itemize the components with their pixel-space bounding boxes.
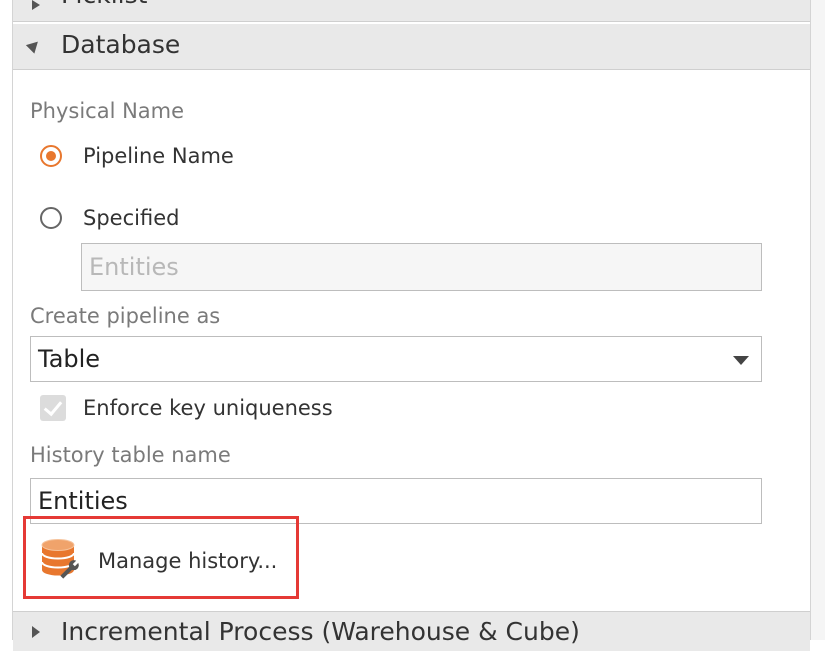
radio-label-specified: Specified — [83, 206, 180, 230]
highlight-box — [23, 516, 299, 599]
radio-label-pipeline-name: Pipeline Name — [83, 144, 234, 168]
create-pipeline-value: Table — [38, 345, 101, 373]
scrollbar-track[interactable] — [811, 0, 825, 640]
enforce-key-checkbox[interactable] — [40, 395, 66, 421]
radio-button-checked[interactable] — [40, 145, 62, 167]
panel-left-border — [12, 0, 13, 640]
collapse-arrow-icon — [25, 37, 43, 54]
expand-arrow-icon — [32, 626, 40, 638]
section-header-incremental[interactable]: Incremental Process (Warehouse & Cube) — [13, 611, 810, 651]
section-title-incremental: Incremental Process (Warehouse & Cube) — [61, 617, 580, 646]
specified-name-input[interactable] — [81, 243, 762, 291]
create-pipeline-label: Create pipeline as — [30, 304, 221, 328]
section-title-picklist: Picklist — [61, 0, 147, 9]
radio-button-unchecked[interactable] — [40, 207, 62, 229]
enforce-key-uniqueness-row[interactable]: Enforce key uniqueness — [40, 395, 333, 421]
create-pipeline-select[interactable]: Table — [30, 336, 762, 382]
section-header-picklist[interactable]: Picklist — [13, 0, 810, 22]
chevron-down-icon[interactable] — [733, 356, 749, 365]
expand-arrow-icon — [32, 0, 40, 10]
radio-pipeline-name[interactable]: Pipeline Name — [40, 144, 234, 168]
physical-name-label: Physical Name — [30, 99, 185, 123]
history-table-label: History table name — [30, 443, 231, 467]
radio-specified[interactable]: Specified — [40, 206, 179, 230]
section-header-database[interactable]: Database — [13, 24, 810, 70]
section-title-database: Database — [61, 30, 181, 59]
enforce-key-label: Enforce key uniqueness — [83, 396, 333, 420]
